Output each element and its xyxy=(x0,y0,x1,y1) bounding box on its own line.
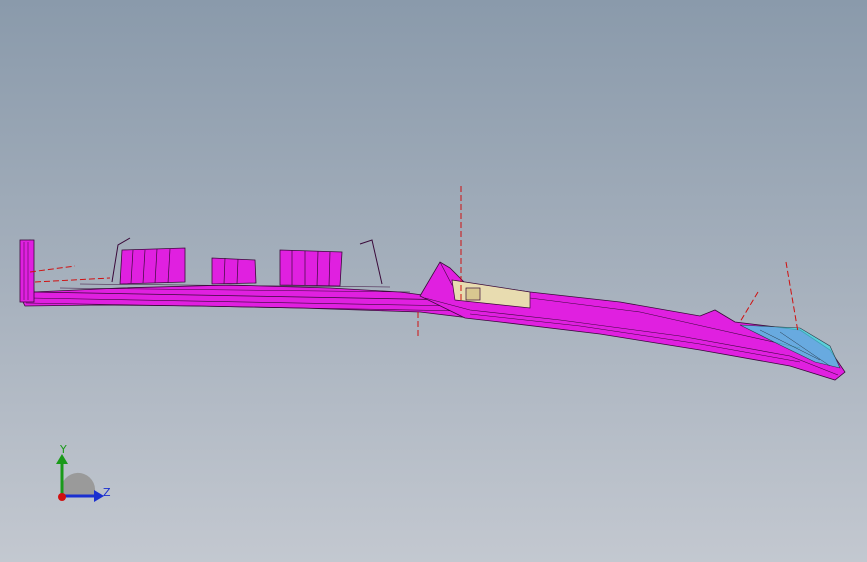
triad-plane xyxy=(62,472,96,496)
mounting-tabs-group-1[interactable] xyxy=(111,237,186,285)
z-axis-label: Z xyxy=(103,486,111,499)
triad-origin-icon xyxy=(58,493,66,501)
cad-part-model[interactable] xyxy=(0,0,867,562)
y-axis-label: Y xyxy=(60,443,67,456)
mounting-tabs-group-2[interactable] xyxy=(211,257,257,285)
axis-triad xyxy=(56,454,104,502)
mounting-tabs-group-3[interactable] xyxy=(279,239,383,287)
part-body-right[interactable] xyxy=(419,261,846,381)
cad-3d-viewport[interactable]: Y Z xyxy=(0,0,867,562)
